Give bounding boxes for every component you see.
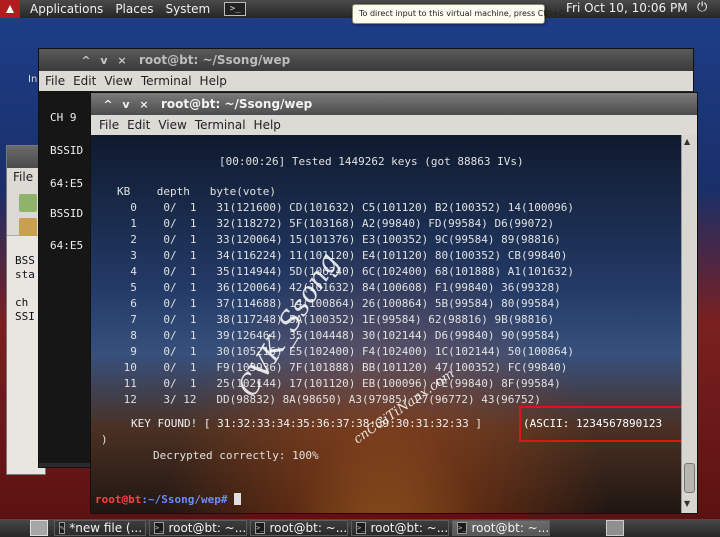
table-row: 4 0/ 1 35(114944) 5D(106240) 6C(102400) … (117, 265, 574, 278)
terminal-line: BSSID (50, 144, 84, 157)
aircrack-status-line: [00:00:26] Tested 1449262 keys (got 8886… (219, 155, 524, 168)
terminal-icon: >_ (457, 522, 468, 534)
task-label: root@bt: ~... (269, 521, 348, 535)
show-desktop-icon[interactable] (30, 520, 48, 536)
table-row: 0 0/ 1 31(121600) CD(101632) C5(101120) … (117, 201, 574, 214)
close-icon[interactable]: × (113, 54, 131, 67)
back-terminal-titlebar[interactable]: ^ v × root@bt: ~/Ssong/wep (39, 49, 693, 71)
table-row: 8 0/ 1 39(126464) 35(104448) 30(102144) … (117, 329, 561, 342)
close-icon[interactable]: × (135, 98, 153, 111)
scroll-down-icon[interactable]: ▼ (684, 499, 690, 508)
front-terminal-titlebar[interactable]: ^ v × root@bt: ~/Ssong/wep (91, 93, 697, 115)
ascii-highlight-box (519, 406, 681, 442)
backtrack-logo-icon[interactable] (0, 0, 20, 18)
table-row: 12 3/ 12 DD(98832) 8A(98650) A3(97985) 2… (117, 393, 541, 406)
task-button-terminal-active[interactable]: >_ root@bt: ~... (452, 520, 550, 536)
table-row: 2 0/ 1 33(120064) 15(101376) E3(100352) … (117, 233, 561, 246)
table-row: 7 0/ 1 38(117248) 5A(100352) 1E(99584) 6… (117, 313, 555, 326)
menu-file[interactable]: File (45, 74, 65, 88)
minimize-icon[interactable]: ^ (99, 98, 117, 111)
text-line: sta (15, 268, 35, 281)
terminal-line: CH 9 (50, 111, 77, 124)
menu-system[interactable]: System (165, 2, 210, 16)
desktop-icon-area: In (0, 26, 37, 146)
table-row: 3 0/ 1 34(116224) 11(101120) E4(101120) … (117, 249, 568, 262)
task-button-terminal[interactable]: >_ root@bt: ~... (250, 520, 348, 536)
terminal-output[interactable]: [00:00:26] Tested 1449262 keys (got 8886… (91, 135, 681, 513)
back-terminal-output[interactable]: CH 9 BSSID 64:E5 BSSID 64:E5 (39, 91, 93, 463)
desktop-icon-label[interactable]: In (28, 74, 37, 85)
terminal-line: BSSID (50, 207, 84, 220)
menu-view[interactable]: View (104, 74, 132, 88)
terminal-icon: >_ (255, 522, 266, 534)
menu-terminal[interactable]: Terminal (141, 74, 192, 88)
task-label: *new file (... (69, 521, 143, 535)
vm-tooltip: To direct input to this virtual machine,… (352, 4, 567, 24)
ascii-close-paren: ) (101, 433, 108, 446)
terminal-scrollbar[interactable]: ▲ ▼ (681, 135, 697, 513)
table-header: KB depth byte(vote) (117, 185, 276, 198)
terminal-line: 64:E5 (50, 177, 84, 190)
scroll-up-icon[interactable]: ▲ (684, 137, 690, 146)
front-terminal-window[interactable]: ^ v × root@bt: ~/Ssong/wep File Edit Vie… (90, 92, 698, 514)
text-editor-icon: ✎ (59, 522, 66, 534)
menu-edit[interactable]: Edit (127, 118, 150, 132)
scrollbar-thumb[interactable] (684, 463, 695, 493)
toolbar-new-icon[interactable] (19, 194, 37, 212)
maximize-icon[interactable]: v (95, 54, 113, 67)
toolbar-open-icon[interactable] (19, 218, 37, 236)
task-button-terminal[interactable]: >_ root@bt: ~... (351, 520, 449, 536)
menu-places[interactable]: Places (115, 2, 153, 16)
text-line: SSI (15, 310, 35, 323)
menu-terminal[interactable]: Terminal (195, 118, 246, 132)
prompt-path: :~/Ssong/wep# (141, 493, 228, 506)
front-terminal-menubar: File Edit View Terminal Help (91, 115, 697, 135)
back-terminal-menubar: File Edit View Terminal Help (39, 71, 693, 91)
key-found-line: KEY FOUND! [ 31:32:33:34:35:36:37:38:39:… (131, 417, 482, 430)
minimize-icon[interactable]: ^ (77, 54, 95, 67)
decrypted-line: Decrypted correctly: 100% (153, 449, 319, 462)
task-label: root@bt: ~... (370, 521, 449, 535)
task-button-terminal[interactable]: >_ root@bt: ~... (149, 520, 247, 536)
text-line: ch (15, 296, 29, 309)
menu-applications[interactable]: Applications (30, 2, 103, 16)
menu-help[interactable]: Help (254, 118, 281, 132)
trash-icon[interactable] (606, 520, 624, 536)
window-title: root@bt: ~/Ssong/wep (161, 97, 313, 111)
window-text: BSS sta ch SSI (15, 254, 35, 324)
table-row: 5 0/ 1 36(120064) 42(101632) 84(100608) … (117, 281, 561, 294)
table-row: 11 0/ 1 25(102144) 17(101120) EB(100096)… (117, 377, 561, 390)
clock[interactable]: Fri Oct 10, 10:06 PM (566, 1, 688, 15)
shell-prompt[interactable]: root@bt:~/Ssong/wep# (95, 493, 242, 506)
menu-view[interactable]: View (158, 118, 186, 132)
table-row: 1 0/ 1 32(118272) 5F(103168) A2(99840) F… (117, 217, 555, 230)
task-label: root@bt: ~... (471, 521, 550, 535)
power-icon[interactable]: ⏻ (697, 0, 707, 15)
table-row: 9 0/ 1 30(105216) E5(102400) F4(102400) … (117, 345, 574, 358)
terminal-icon: >_ (356, 522, 367, 534)
text-line (15, 282, 35, 296)
terminal-icon: >_ (154, 522, 165, 534)
terminal-line: 64:E5 (50, 239, 84, 252)
menu-help[interactable]: Help (200, 74, 227, 88)
maximize-icon[interactable]: v (117, 98, 135, 111)
table-row: 6 0/ 1 37(114688) 14(100864) 26(100864) … (117, 297, 561, 310)
text-line: BSS (15, 254, 35, 267)
menu-edit[interactable]: Edit (73, 74, 96, 88)
prompt-user: root@bt (95, 493, 142, 506)
window-title: root@bt: ~/Ssong/wep (139, 53, 291, 67)
terminal-launcher-icon[interactable]: >_ (224, 2, 247, 16)
task-button-editor[interactable]: ✎ *new file (... (54, 520, 146, 536)
menu-file[interactable]: File (99, 118, 119, 132)
task-label: root@bt: ~... (168, 521, 247, 535)
bottom-taskbar: ✎ *new file (... >_ root@bt: ~... >_ root@b… (0, 519, 720, 537)
cursor (234, 493, 242, 505)
table-row: 10 0/ 1 F9(103936) 7F(101888) BB(101120)… (117, 361, 568, 374)
